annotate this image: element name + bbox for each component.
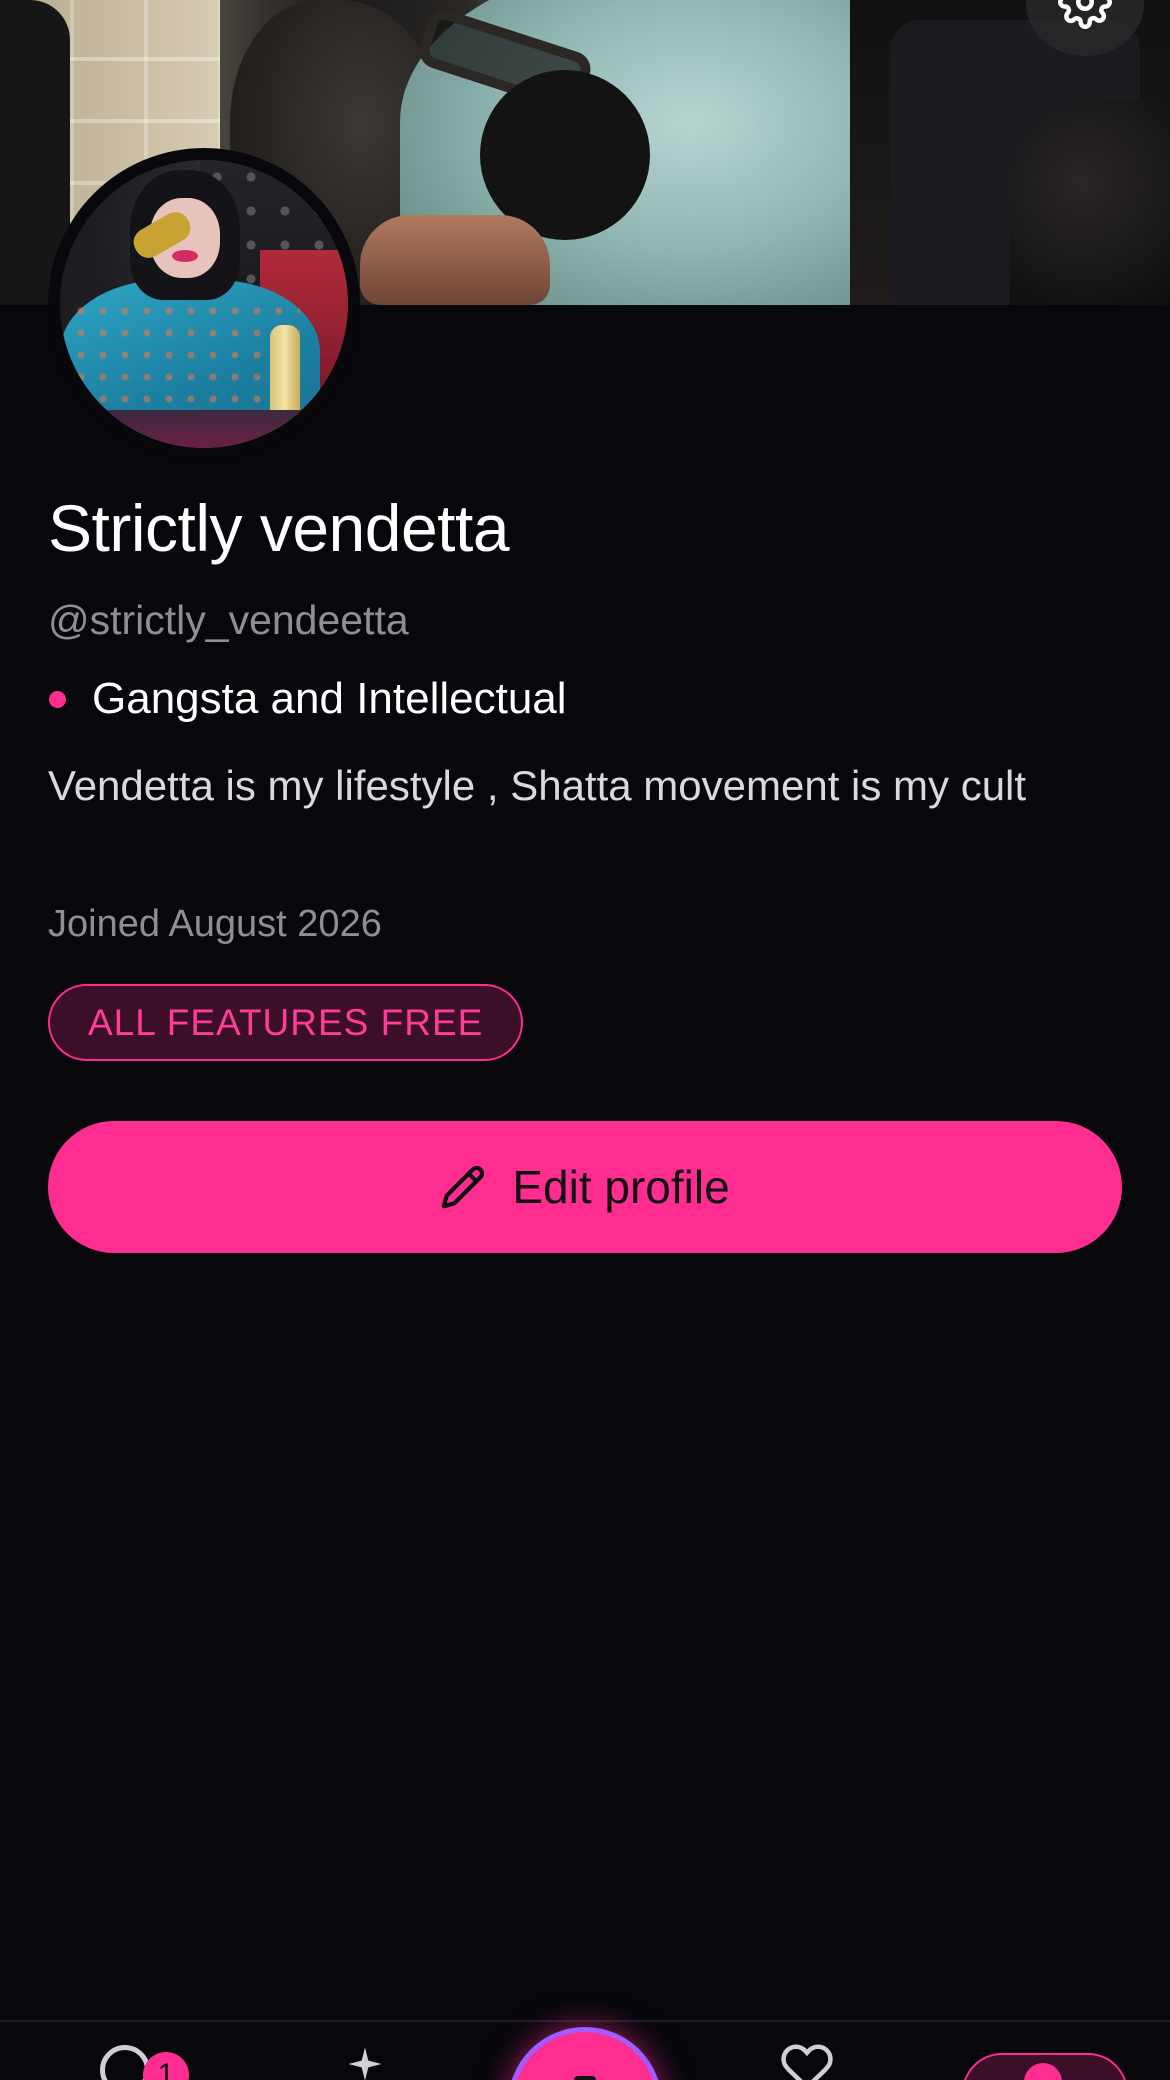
nav-explore[interactable] bbox=[345, 2022, 385, 2080]
profile-screen: Strictly vendetta @strictly_vendeetta Ga… bbox=[0, 0, 1170, 2080]
status-line: Gangsta and Intellectual bbox=[48, 674, 567, 724]
profile-icon bbox=[1024, 2063, 1062, 2080]
gear-icon bbox=[1058, 0, 1112, 34]
bio-text: Vendetta is my lifestyle , Shatta moveme… bbox=[48, 762, 1027, 809]
plan-badge: ALL FEATURES FREE bbox=[48, 984, 524, 1061]
display-name: Strictly vendetta bbox=[48, 491, 510, 565]
nav-profile[interactable] bbox=[962, 2053, 1128, 2080]
joined-date: Joined August 2026 bbox=[48, 903, 382, 945]
nav-activity[interactable] bbox=[780, 2022, 834, 2080]
pencil-icon bbox=[440, 1164, 486, 1210]
status-text: Gangsta and Intellectual bbox=[92, 674, 567, 723]
sparkle-icon bbox=[345, 2047, 385, 2080]
create-icon bbox=[574, 2076, 596, 2080]
username-handle: @strictly_vendeetta bbox=[48, 597, 409, 643]
status-dot-icon bbox=[49, 690, 66, 708]
avatar[interactable] bbox=[48, 148, 360, 460]
edit-profile-button[interactable]: Edit profile bbox=[48, 1121, 1122, 1253]
edit-profile-label: Edit profile bbox=[512, 1161, 730, 1213]
plan-badge-label: ALL FEATURES FREE bbox=[88, 1001, 484, 1043]
avatar-image bbox=[60, 160, 348, 448]
